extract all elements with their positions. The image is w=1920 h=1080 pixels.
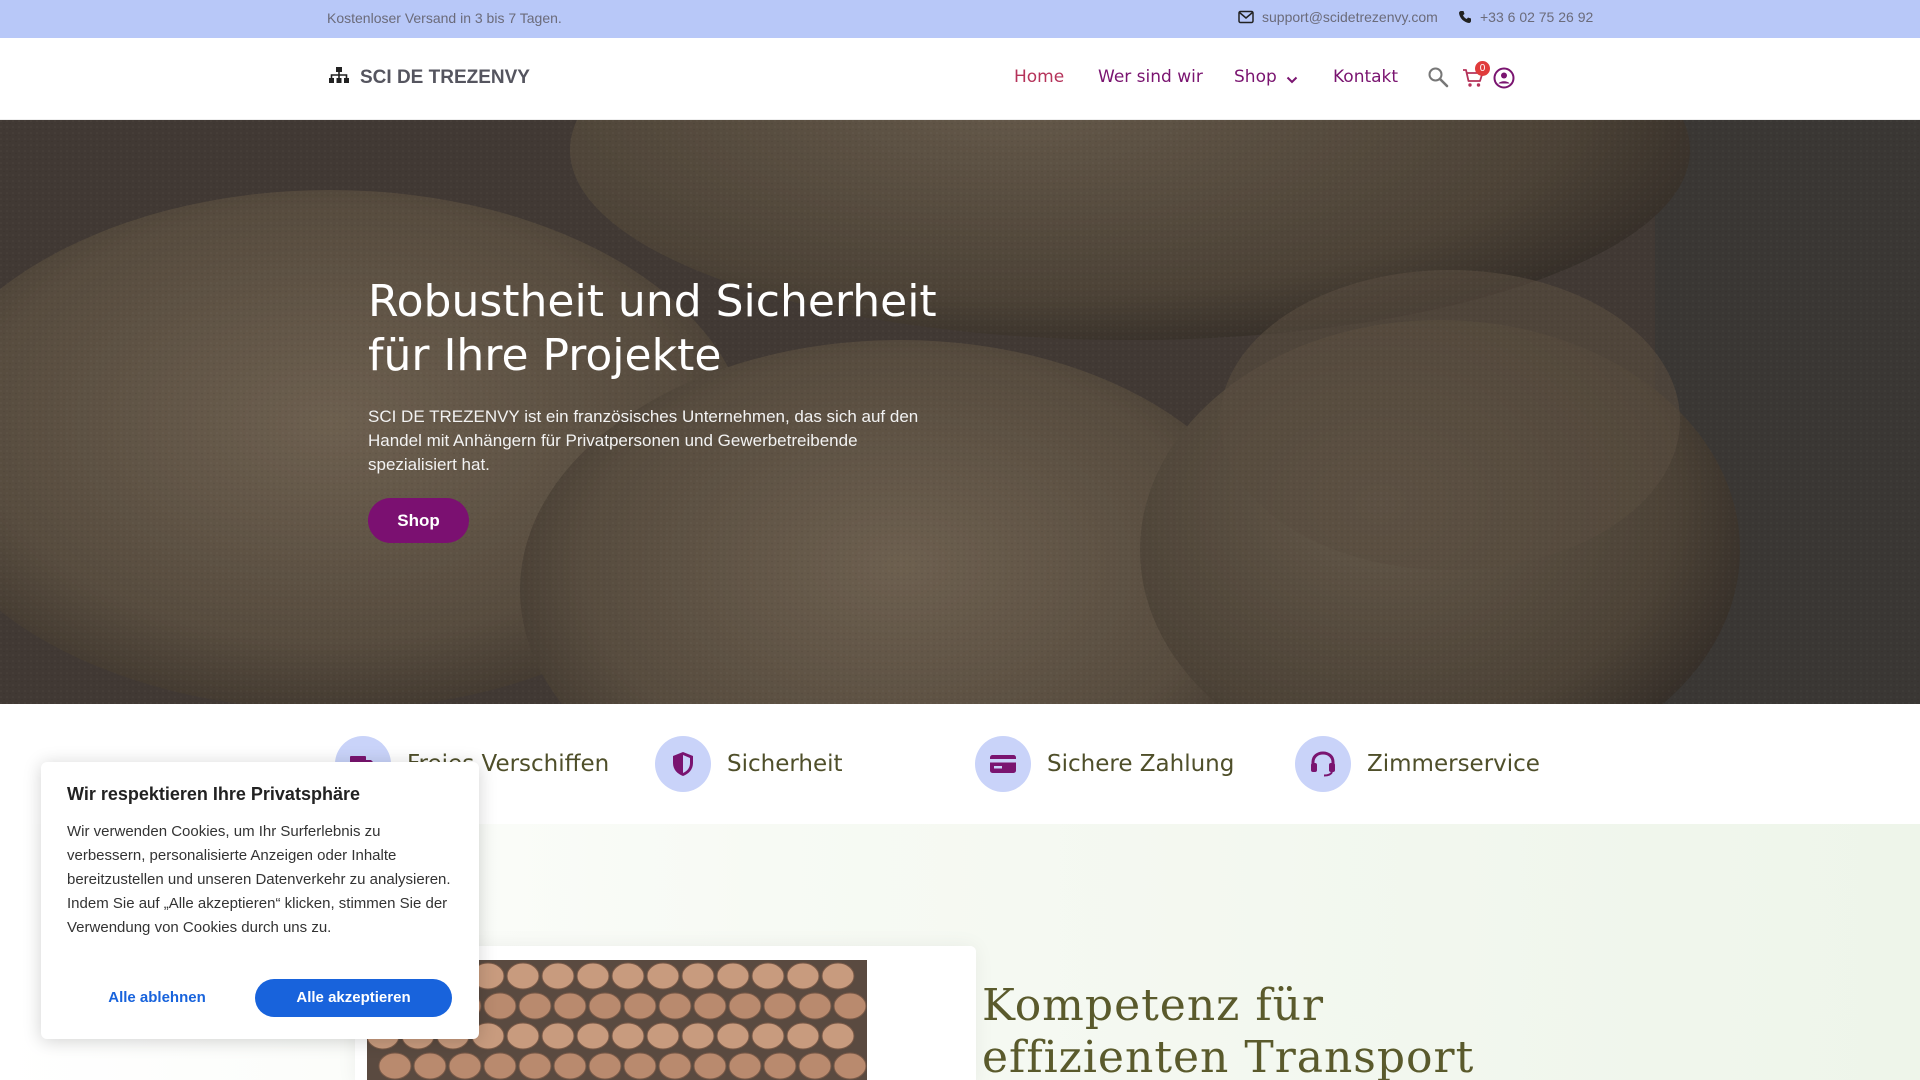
briquette [751, 1022, 785, 1050]
briquette [576, 1022, 610, 1050]
briquette [821, 962, 855, 990]
briquette [821, 1022, 855, 1050]
briquette [553, 992, 587, 1020]
cookie-consent-dialog: Wir respektieren Ihre Privatsphäre Wir v… [41, 762, 479, 1039]
briquette [716, 962, 750, 990]
hero-title: Robustheit und Sicherheit für Ihre Proje… [368, 276, 937, 381]
briquette [483, 1052, 517, 1080]
feature-room-service: Zimmerservice [1295, 736, 1540, 792]
section-title: Kompetenz für effizienten Transport [982, 980, 1475, 1080]
briquette [506, 1022, 540, 1050]
email-text[interactable]: support@scidetrezenvy.com [1262, 9, 1438, 25]
phone-icon [1458, 10, 1472, 24]
briquette [833, 992, 867, 1020]
briquette [623, 992, 657, 1020]
feature-label: Zimmerservice [1367, 751, 1540, 777]
briquette [378, 1052, 412, 1080]
briquette [611, 962, 645, 990]
feature-label: Sichere Zahlung [1047, 751, 1235, 777]
credit-card-icon [975, 736, 1031, 792]
briquette [693, 992, 727, 1020]
nav-home[interactable]: Home [1014, 67, 1064, 87]
briquette [681, 962, 715, 990]
briquette [506, 962, 540, 990]
briquette [541, 1022, 575, 1050]
briquette [646, 1022, 680, 1050]
briquette [716, 1022, 750, 1050]
envelope-icon [1238, 10, 1254, 24]
shield-icon [655, 736, 711, 792]
feature-secure-payment: Sichere Zahlung [975, 736, 1234, 792]
shipping-note: Kostenloser Versand in 3 bis 7 Tagen. [327, 10, 562, 26]
briquette [728, 992, 762, 1020]
site-header: SCI DE TREZENVY [0, 38, 1920, 120]
nav-about[interactable]: Wer sind wir [1098, 67, 1203, 87]
briquette [833, 1052, 867, 1080]
phone-text[interactable]: +33 6 02 75 26 92 [1480, 9, 1593, 25]
briquette [611, 1022, 645, 1050]
user-account-icon[interactable] [1493, 67, 1515, 94]
briquette [588, 992, 622, 1020]
hero-shop-button[interactable]: Shop [368, 498, 469, 543]
cart-count-badge: 0 [1475, 61, 1490, 76]
briquette [623, 1052, 657, 1080]
briquette [763, 1052, 797, 1080]
briquette [786, 1022, 820, 1050]
nav-shop[interactable]: Shop [1234, 67, 1277, 87]
feature-security: Sicherheit [655, 736, 843, 792]
email-contact[interactable]: support@scidetrezenvy.com [1238, 9, 1438, 25]
briquette [658, 1052, 692, 1080]
cookie-title: Wir respektieren Ihre Privatsphäre [67, 784, 360, 804]
briquette [763, 992, 797, 1020]
briquette [541, 962, 575, 990]
briquette [646, 962, 680, 990]
briquette [681, 1022, 715, 1050]
briquette [658, 992, 692, 1020]
reject-all-button[interactable]: Alle ablehnen [67, 979, 247, 1017]
search-icon[interactable] [1427, 66, 1449, 93]
logo-text: SCI DE TREZENVY [360, 67, 530, 88]
hero-section: Robustheit und Sicherheit für Ihre Proje… [0, 120, 1920, 704]
briquette [553, 1052, 587, 1080]
feature-label: Sicherheit [727, 751, 843, 777]
headset-icon [1295, 736, 1351, 792]
hero-background-image [0, 120, 1920, 704]
briquette [576, 962, 610, 990]
sitemap-icon [328, 66, 350, 90]
briquette [448, 1052, 482, 1080]
cookie-text: Wir verwenden Cookies, um Ihr Surferlebn… [67, 823, 451, 936]
nav-contact[interactable]: Kontakt [1333, 67, 1398, 87]
briquette [588, 1052, 622, 1080]
briquette [751, 962, 785, 990]
chevron-down-icon[interactable] [1286, 72, 1298, 90]
briquette [518, 992, 552, 1020]
briquette [413, 1052, 447, 1080]
phone-contact[interactable]: +33 6 02 75 26 92 [1458, 9, 1593, 25]
hero-description: SCI DE TREZENVY ist ein französisches Un… [368, 407, 919, 474]
briquette [798, 992, 832, 1020]
top-bar: Kostenloser Versand in 3 bis 7 Tagen. su… [0, 0, 1920, 38]
briquette [483, 992, 517, 1020]
briquette [693, 1052, 727, 1080]
briquette [786, 962, 820, 990]
site-logo[interactable]: SCI DE TREZENVY [328, 66, 530, 90]
accept-all-button[interactable]: Alle akzeptieren [255, 979, 452, 1017]
briquette [798, 1052, 832, 1080]
briquette [728, 1052, 762, 1080]
briquette [518, 1052, 552, 1080]
